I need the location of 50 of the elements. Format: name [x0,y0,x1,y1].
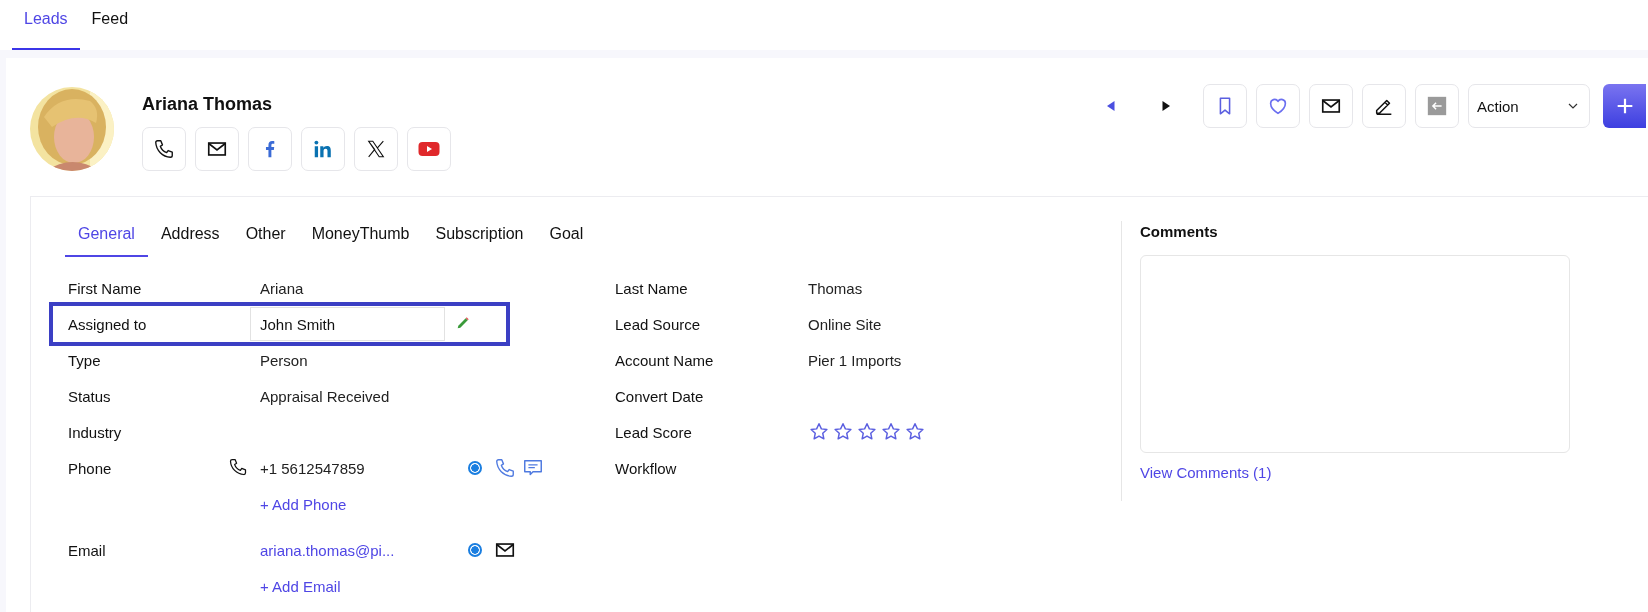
social-button[interactable] [195,127,239,171]
input-field[interactable]: John Smith [250,307,445,341]
field-label: Lead Score [615,423,693,441]
nav-tab[interactable]: Leads [12,0,80,50]
field-label: Workflow [615,459,678,477]
contact-name: Ariana Thomas [142,94,274,115]
x-icon [365,138,387,160]
phone-icon [228,456,248,477]
toolbar-button[interactable] [1362,84,1406,128]
tab[interactable]: MoneyThumb [298,225,423,257]
field-label: Convert Date [615,387,705,405]
phone-icon [153,138,175,160]
field-value: Online Site [808,315,882,333]
field-label: Assigned to [68,315,148,333]
radio-button[interactable] [468,543,482,557]
field-label: Account Name [615,351,715,369]
tab[interactable]: Other [232,225,299,257]
add-link[interactable]: + Add Email [260,577,341,595]
field-label: Status [68,387,112,405]
tab[interactable]: General [65,225,148,257]
field-label: Lead Source [615,315,702,333]
section-title: Comments [1140,223,1219,240]
field-label: Industry [68,423,123,441]
nav-tab[interactable]: Feed [79,0,141,50]
add-link[interactable]: + Add Phone [260,495,347,513]
field-label: First Name [68,279,143,297]
toolbar-button[interactable] [1309,84,1353,128]
linkedin-icon [312,138,334,160]
phone-icon [494,457,516,479]
tab[interactable]: Subscription [422,225,537,257]
view-comments-link[interactable]: View Comments (1) [1140,464,1272,481]
field-label: Last Name [615,279,689,297]
action-dropdown[interactable]: Action [1468,84,1590,128]
field-value: +1 5612547859 [260,459,365,477]
add-button[interactable] [1603,84,1646,128]
tab[interactable]: Address [147,225,233,257]
pencil-icon [455,314,471,331]
field-value: Pier 1 Imports [808,351,902,369]
field-value: Person [260,351,308,369]
field-value: Ariana [260,279,304,297]
field-label: Email [68,541,107,559]
social-button[interactable] [142,127,186,171]
field-value: Appraisal Received [260,387,390,405]
tab[interactable]: Goal [536,225,597,257]
field-label: Phone [68,459,113,477]
radio-button[interactable] [468,461,482,475]
email-link[interactable]: ariana.thomas@pi... [260,541,395,559]
social-button[interactable] [354,127,398,171]
field-label: Type [68,351,102,369]
field-value: Thomas [808,279,863,297]
